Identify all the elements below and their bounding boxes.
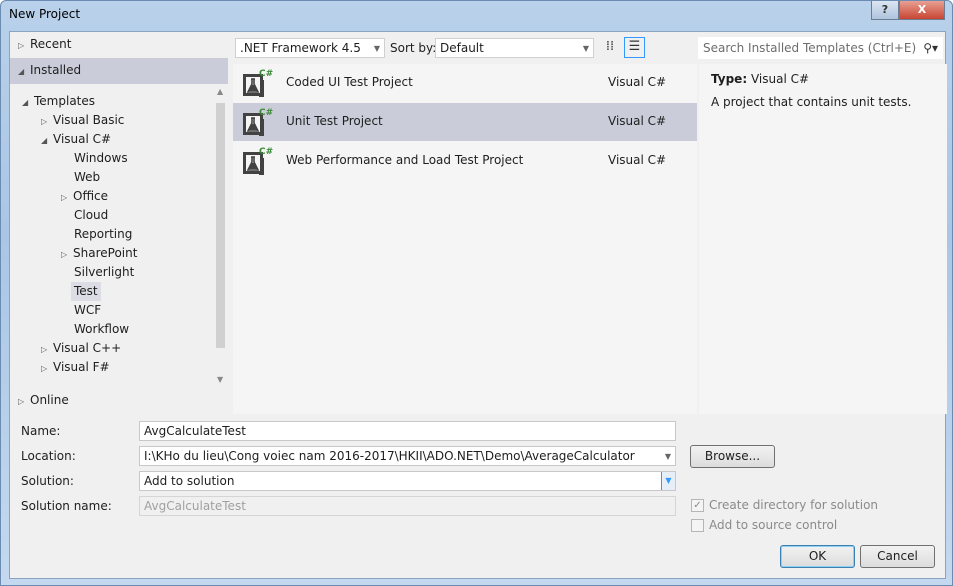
template-name: Coded UI Test Project [286,75,413,89]
tree-item-visual-fsharp[interactable]: ▷ Visual F# [41,358,110,377]
expand-arrow-icon: ▷ [61,193,68,202]
scrollbar-thumb[interactable] [216,103,225,348]
tree-item-wcf[interactable]: WCF [74,301,101,320]
tree-item-recent[interactable]: ▷ Recent [18,35,71,54]
template-language: Visual C# [608,153,667,167]
solution-name-input[interactable]: AvgCalculateTest [139,496,676,516]
expand-arrow-icon: ▷ [18,397,25,406]
list-view-button[interactable]: ☰ [624,37,645,58]
source-control-label: Add to source control [709,518,838,532]
tree-item-workflow[interactable]: Workflow [74,320,129,339]
create-directory-checkbox[interactable]: ✓ [691,499,704,512]
framework-value: .NET Framework 4.5 [240,41,361,55]
cancel-button[interactable]: Cancel [860,545,935,568]
name-input[interactable]: AvgCalculateTest [139,421,676,441]
svg-text:C#: C# [259,147,273,157]
location-value: I:\KHo du lieu\Cong voiec nam 2016-2017\… [144,449,635,463]
source-control-checkbox[interactable] [691,519,704,532]
solution-label: Solution: [21,474,74,488]
collapse-arrow-icon: ◢ [22,98,29,107]
tree-item-web[interactable]: Web [74,168,100,187]
tree-label: Installed [30,63,82,77]
tree-item-office[interactable]: ▷ Office [61,187,108,206]
tree-label: Visual C# [53,132,112,146]
framework-select[interactable]: .NET Framework 4.5 ▼ [235,38,385,58]
template-item[interactable]: C# Coded UI Test Project Visual C# [233,64,697,102]
template-item[interactable]: C# Web Performance and Load Test Project V… [233,142,697,180]
details-pane: Type: Visual C# A project that contains … [699,64,947,414]
template-item[interactable]: C# Unit Test Project Visual C# [233,103,697,141]
sort-label: Sort by: [390,41,437,55]
tree-label: Office [73,189,109,203]
solution-select[interactable]: Add to solution ▼ [139,471,676,491]
create-directory-label: Create directory for solution [709,498,879,512]
tree-item-visual-csharp[interactable]: ◢ Visual C# [41,130,111,149]
close-button[interactable]: X [899,1,945,20]
dialog-window: New Project ? X ▷ Recent ◢ Installed ◢ Temp… [0,0,953,586]
tree-item-templates[interactable]: ◢ Templates [22,92,95,111]
dialog-body: ▷ Recent ◢ Installed ◢ Templates ▷ Visual Ba… [9,31,947,579]
chevron-down-icon: ▼ [664,452,671,461]
sort-select[interactable]: Default ▼ [435,38,594,58]
chevron-down-icon: ▼ [582,44,589,53]
template-tree: ▷ Recent ◢ Installed ◢ Templates ▷ Visual Ba… [10,32,228,415]
tree-label: Visual F# [53,360,110,374]
browse-button[interactable]: Browse... [690,445,775,468]
template-name: Web Performance and Load Test Project [286,153,524,167]
tree-scrollbar[interactable]: ▲ ▼ [213,85,228,388]
collapse-arrow-icon: ◢ [41,136,48,145]
tree-item-test[interactable]: Test [71,282,101,301]
tree-item-installed[interactable]: ◢ Installed [10,58,228,84]
tree-item-reporting[interactable]: Reporting [74,225,132,244]
collapse-arrow-icon: ◢ [18,67,25,76]
tree-item-online[interactable]: ▷ Online [18,391,69,410]
solution-value: Add to solution [144,474,235,488]
tree-item-sharepoint[interactable]: ▷ SharePoint [61,244,137,263]
template-name: Unit Test Project [286,114,383,128]
location-combobox[interactable]: I:\KHo du lieu\Cong voiec nam 2016-2017\… [139,446,676,466]
expand-arrow-icon: ▷ [41,364,48,373]
sort-value: Default [440,41,484,55]
test-project-icon: C# [243,69,273,97]
template-language: Visual C# [608,114,667,128]
tree-label: Online [30,393,69,407]
tree-item-visual-cpp[interactable]: ▷ Visual C++ [41,339,121,358]
chevron-down-icon[interactable]: ▼ [661,472,675,490]
chevron-down-icon: ▼ [373,44,380,53]
test-project-icon: C# [243,147,273,175]
location-label: Location: [21,449,76,463]
template-description: A project that contains unit tests. [711,95,912,109]
ok-button[interactable]: OK [780,545,855,568]
tree-item-windows[interactable]: Windows [74,149,128,168]
svg-text:C#: C# [259,108,273,118]
expand-arrow-icon: ▷ [41,117,48,126]
tree-label: Visual Basic [53,113,125,127]
tree-label: SharePoint [73,246,138,260]
help-button[interactable]: ? [871,1,899,20]
type-value: Visual C# [750,72,810,86]
small-icons-view-button[interactable]: ⁞⁞ [600,38,620,58]
tree-label: Visual C++ [53,341,122,355]
test-project-icon: C# [243,108,273,136]
search-input[interactable]: Search Installed Templates (Ctrl+E) ⚲▾ [698,37,943,59]
window-title: New Project [9,7,81,21]
template-language: Visual C# [608,75,667,89]
svg-text:C#: C# [259,69,273,79]
tree-label: Recent [30,37,72,51]
name-label: Name: [21,424,61,438]
scroll-down-icon[interactable]: ▼ [217,375,223,384]
type-label: Type: [711,72,748,86]
expand-arrow-icon: ▷ [18,41,25,50]
tree-item-silverlight[interactable]: Silverlight [74,263,134,282]
scroll-up-icon[interactable]: ▲ [217,87,223,96]
tree-item-cloud[interactable]: Cloud [74,206,108,225]
tree-label: Templates [34,94,96,108]
expand-arrow-icon: ▷ [41,345,48,354]
search-placeholder: Search Installed Templates (Ctrl+E) [703,41,917,55]
expand-arrow-icon: ▷ [61,250,68,259]
search-icon[interactable]: ⚲▾ [923,40,938,56]
solution-name-label: Solution name: [21,499,112,513]
tree-item-visual-basic[interactable]: ▷ Visual Basic [41,111,124,130]
